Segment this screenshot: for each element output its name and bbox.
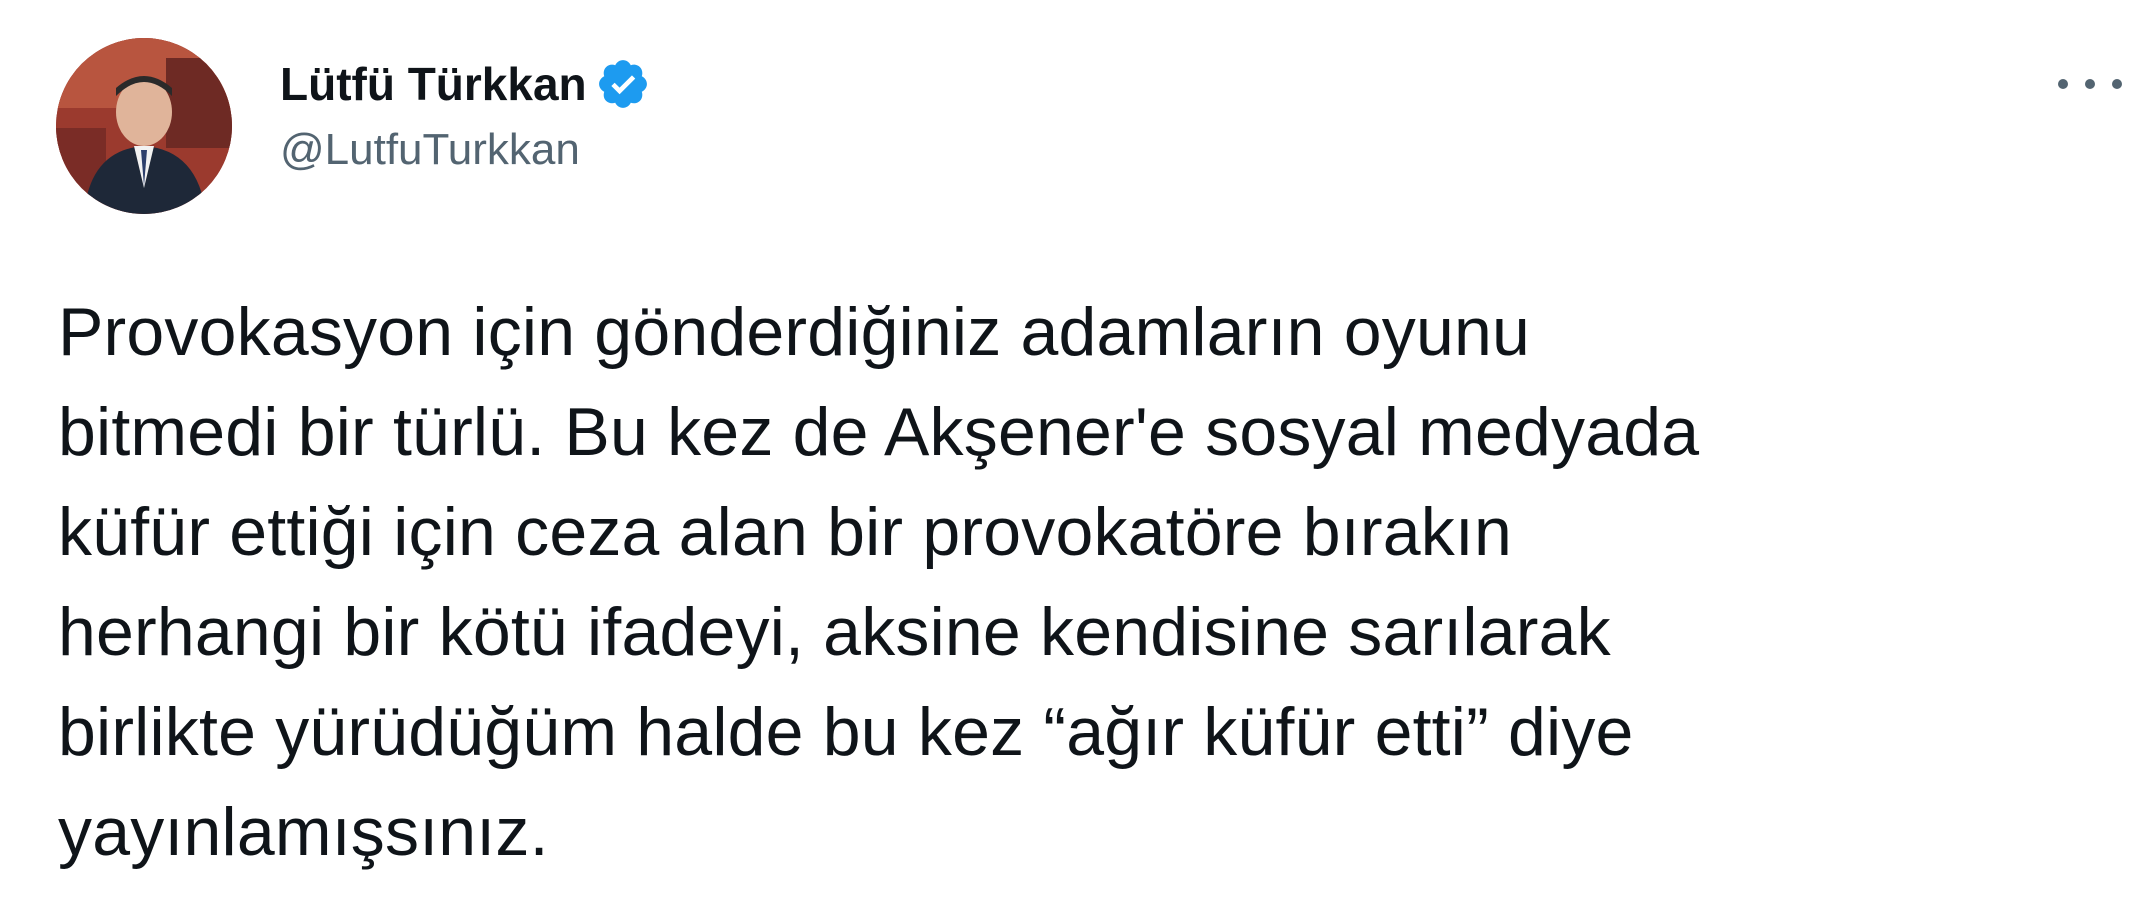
avatar-image <box>56 38 232 214</box>
author-handle[interactable]: @LutfuTurkkan <box>280 122 651 178</box>
author-display-name[interactable]: Lütfü Türkkan <box>280 56 587 112</box>
verified-badge-icon <box>595 56 651 112</box>
author-info: Lütfü Türkkan @LutfuTurkkan <box>280 56 651 178</box>
tweet-card: Lütfü Türkkan @LutfuTurkkan Provokasyon … <box>0 0 2156 900</box>
more-dot <box>2112 79 2122 89</box>
more-dot <box>2085 79 2095 89</box>
author-name-row: Lütfü Türkkan <box>280 56 651 112</box>
tweet-text: Provokasyon için gönderdiğiniz adamların… <box>58 294 1700 870</box>
more-dot <box>2058 79 2068 89</box>
more-options-icon[interactable] <box>2058 64 2122 104</box>
author-avatar[interactable] <box>56 38 232 214</box>
